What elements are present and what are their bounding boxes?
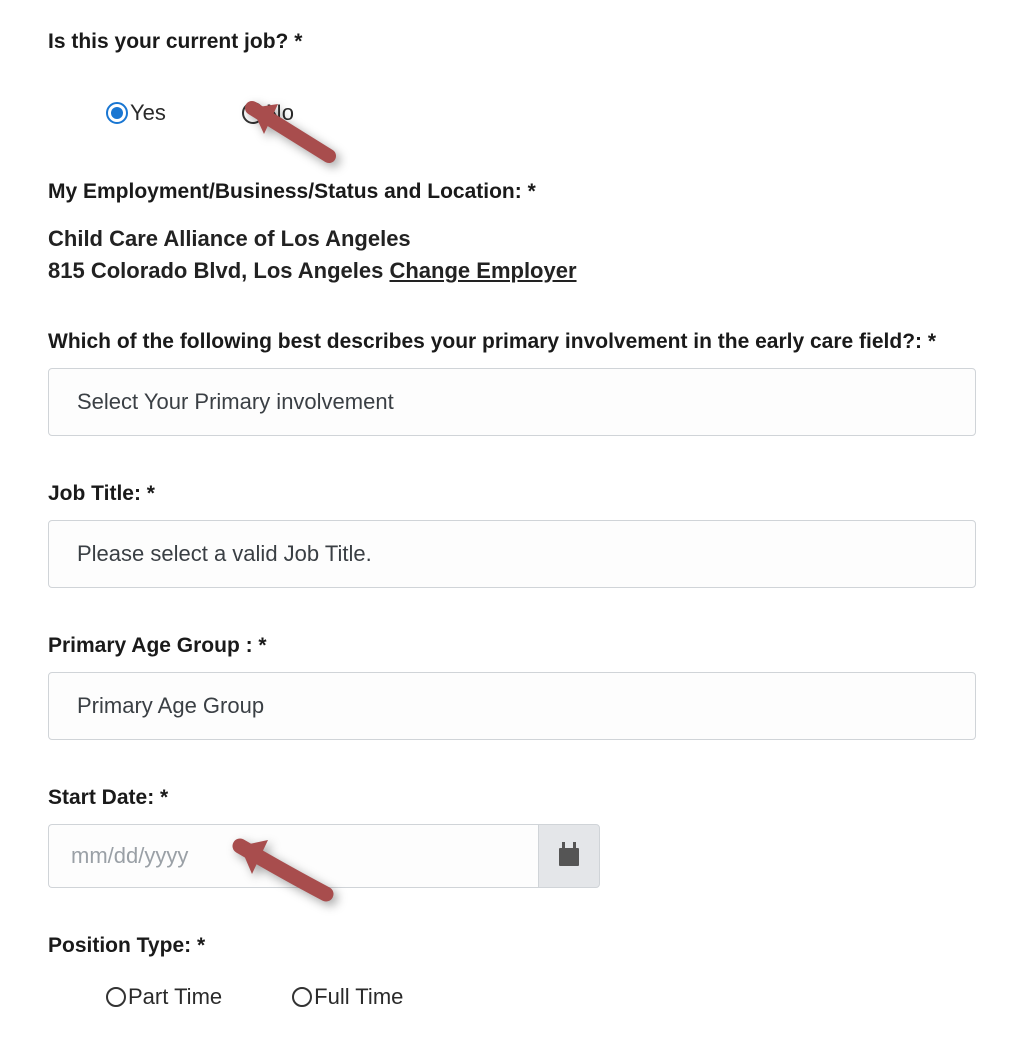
- radio-part-time-label: Part Time: [128, 984, 222, 1010]
- change-employer-link[interactable]: Change Employer: [389, 258, 576, 283]
- radio-full-time-label: Full Time: [314, 984, 403, 1010]
- current-job-label: Is this your current job? *: [48, 30, 976, 54]
- radio-dot-icon: [106, 102, 128, 124]
- start-date-label: Start Date: *: [48, 786, 976, 810]
- current-job-radio-group: Yes No: [106, 100, 976, 126]
- radio-no-label: No: [266, 100, 294, 126]
- position-type-label: Position Type: *: [48, 934, 976, 958]
- calendar-icon: [559, 846, 579, 866]
- job-title-label: Job Title: *: [48, 482, 976, 506]
- primary-age-group-select[interactable]: Primary Age Group: [48, 672, 976, 740]
- primary-involvement-select[interactable]: Select Your Primary involvement: [48, 368, 976, 436]
- radio-yes[interactable]: Yes: [106, 100, 166, 126]
- radio-full-time[interactable]: Full Time: [292, 984, 403, 1010]
- employer-address: 815 Colorado Blvd, Los Angeles: [48, 258, 389, 283]
- calendar-button[interactable]: [538, 824, 600, 888]
- radio-circle-icon: [242, 102, 264, 124]
- radio-yes-label: Yes: [130, 100, 166, 126]
- radio-circle-icon: [106, 987, 126, 1007]
- start-date-input[interactable]: mm/dd/yyyy: [48, 824, 538, 888]
- position-type-radio-group: Part Time Full Time: [106, 984, 976, 1010]
- employment-status-label: My Employment/Business/Status and Locati…: [48, 180, 976, 204]
- employer-name: Child Care Alliance of Los Angeles: [48, 226, 976, 252]
- primary-involvement-label: Which of the following best describes yo…: [48, 330, 976, 354]
- primary-age-group-label: Primary Age Group : *: [48, 634, 976, 658]
- radio-part-time[interactable]: Part Time: [106, 984, 222, 1010]
- job-title-select[interactable]: Please select a valid Job Title.: [48, 520, 976, 588]
- radio-no[interactable]: No: [242, 100, 294, 126]
- radio-circle-icon: [292, 987, 312, 1007]
